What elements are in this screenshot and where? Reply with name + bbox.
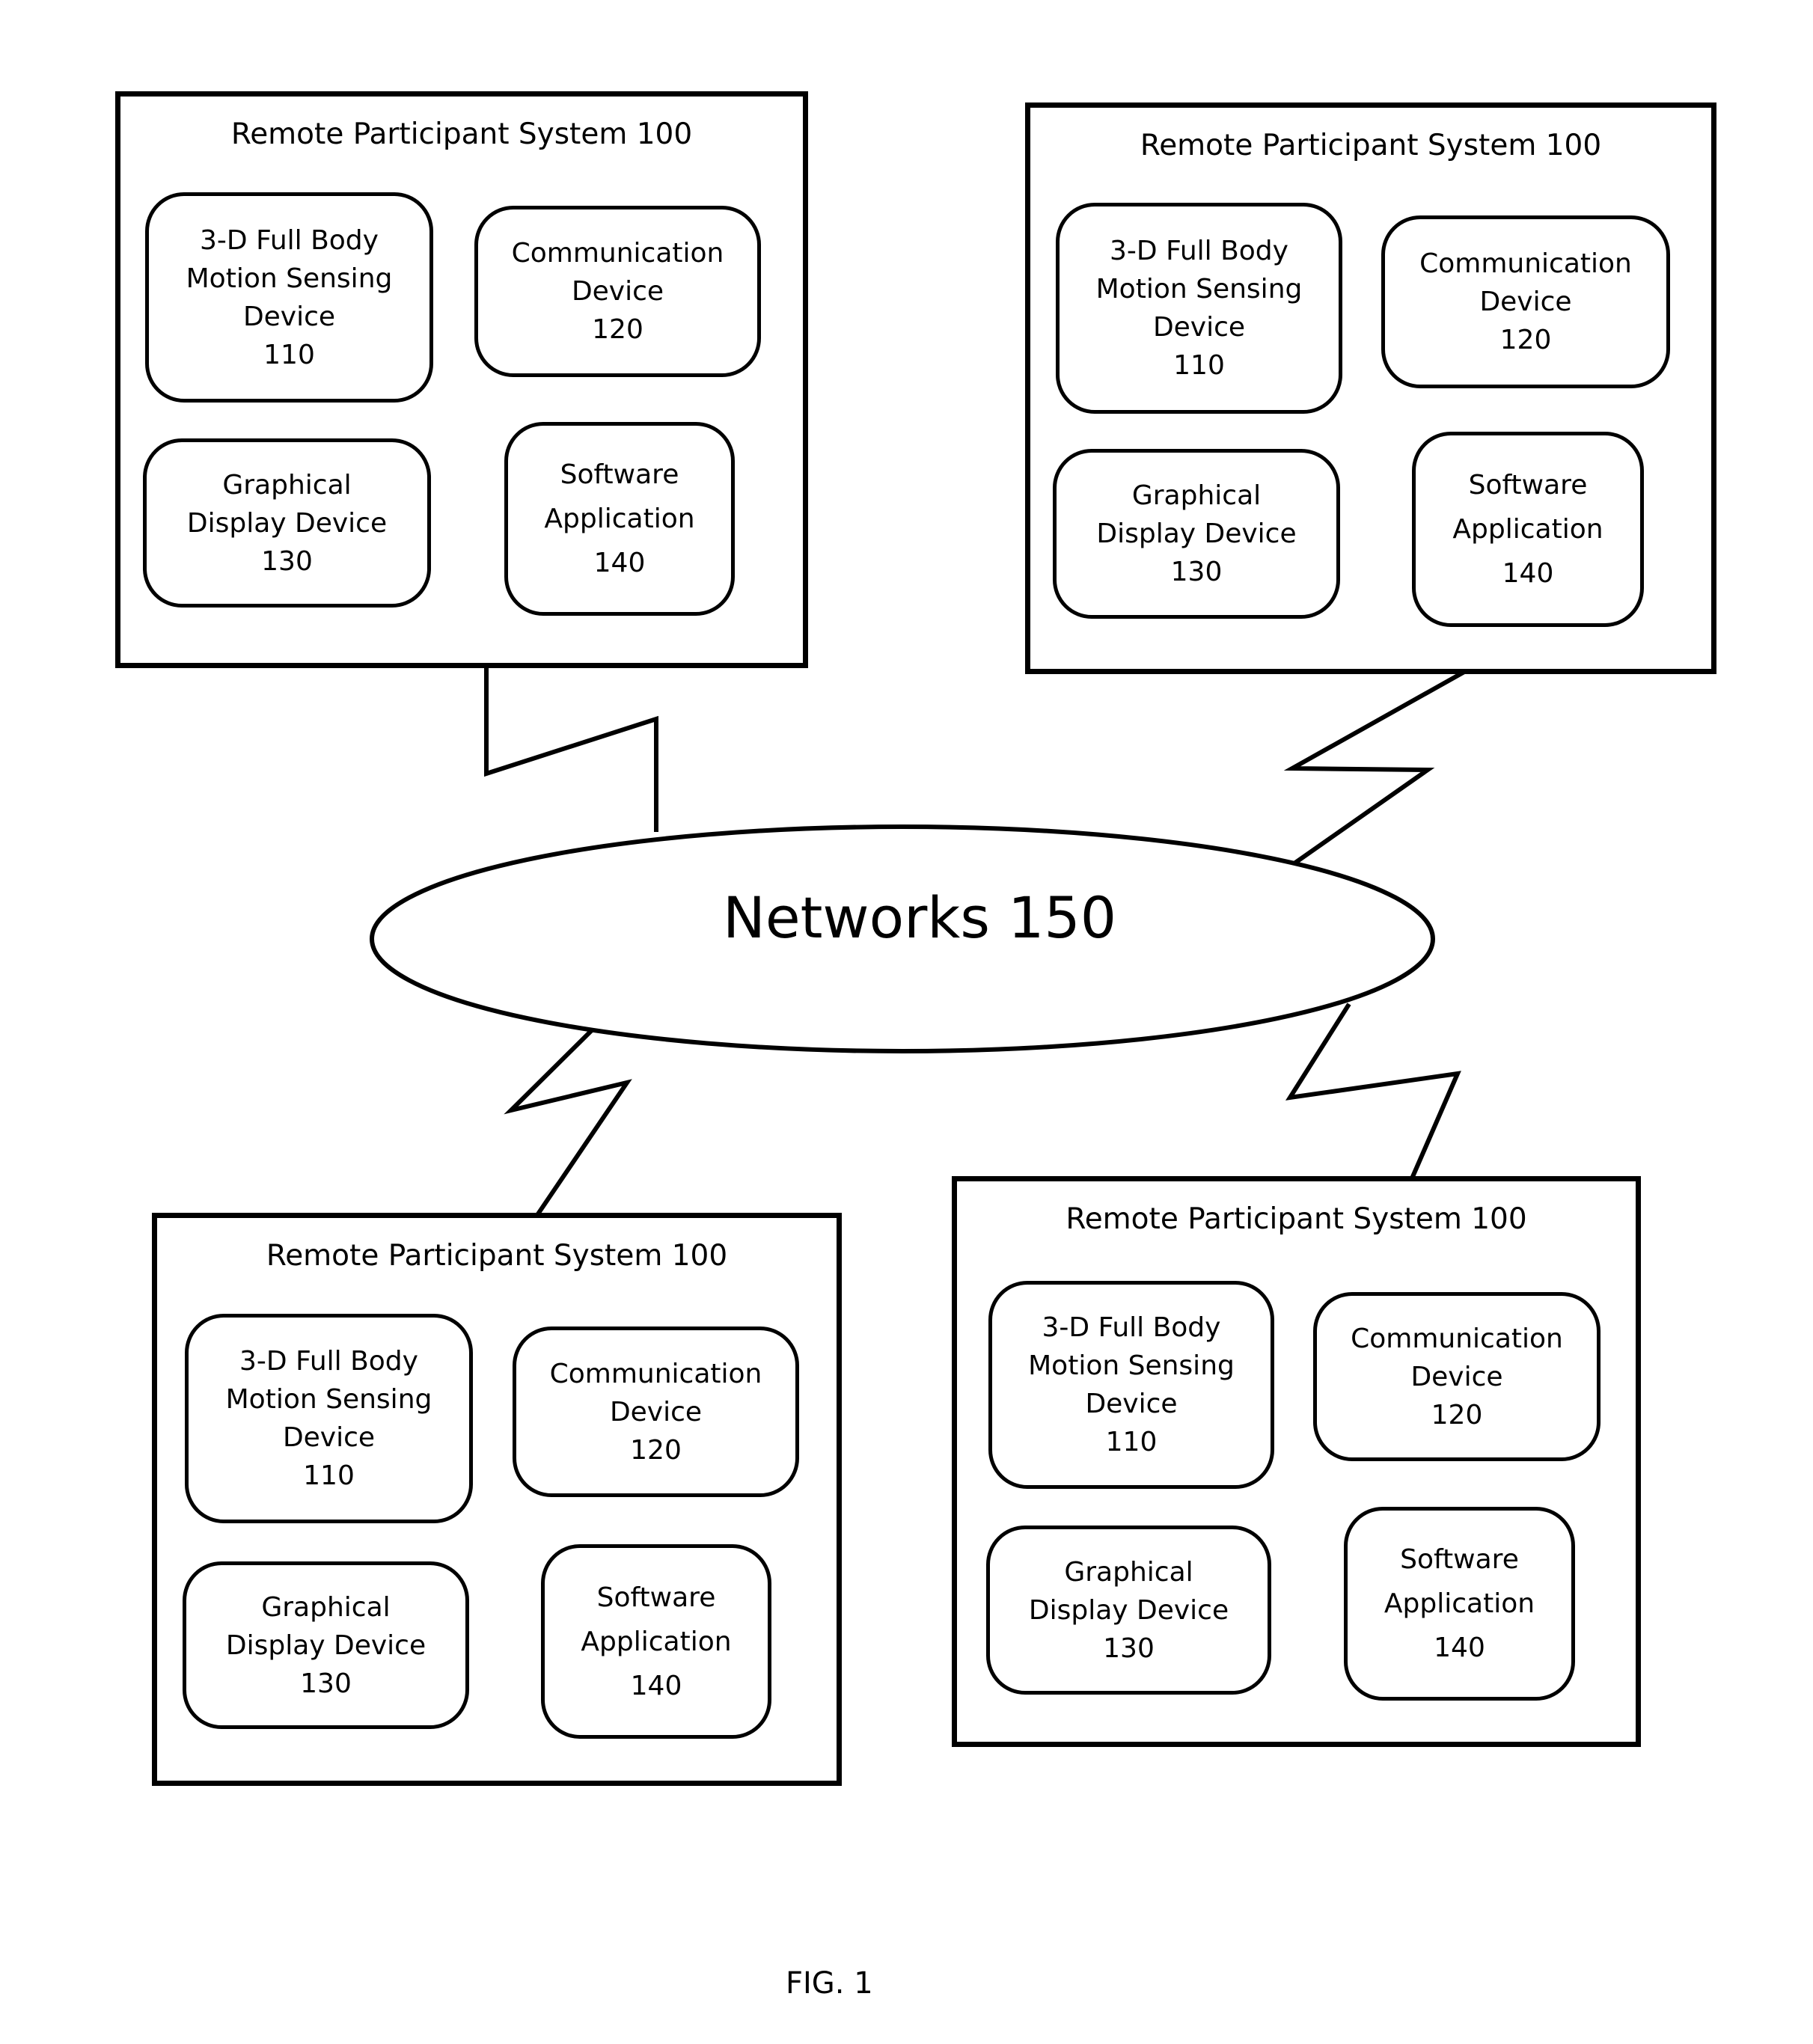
comp-line: Device: [282, 1422, 376, 1453]
comp-line: 130: [1170, 557, 1223, 587]
comp-line: Device: [609, 1396, 703, 1428]
comp-line: 140: [593, 548, 646, 578]
comp-line: Device: [1085, 1389, 1178, 1419]
comp-line: 120: [630, 1434, 682, 1466]
comp-line: Software: [1400, 1544, 1519, 1575]
comp-line: Graphical: [261, 1591, 391, 1623]
software-application-box: Software Application 140: [1344, 1507, 1575, 1701]
motion-sensing-device-box: 3-D Full Body Motion Sensing Device 110: [185, 1314, 473, 1523]
motion-sensing-device-box: 3-D Full Body Motion Sensing Device 110: [145, 192, 433, 403]
communication-device-box: Communication Device 120: [513, 1327, 799, 1497]
comp-line: Graphical: [1131, 480, 1262, 511]
comp-line: 120: [1499, 325, 1552, 355]
comp-line: 120: [1431, 1399, 1483, 1431]
network-label: Networks 150: [723, 884, 1117, 951]
comp-line: 110: [1173, 350, 1225, 381]
comp-line: 110: [1105, 1427, 1158, 1457]
motion-sensing-device-box: 3-D Full Body Motion Sensing Device 110: [988, 1281, 1274, 1489]
comp-line: Display Device: [1096, 518, 1297, 549]
comp-line: Display Device: [1028, 1594, 1229, 1626]
comp-line: Software: [1468, 470, 1588, 501]
comp-line: Software: [560, 459, 679, 490]
comp-line: Display Device: [225, 1630, 427, 1661]
software-application-box: Software Application 140: [504, 422, 735, 616]
software-application-box: Software Application 140: [541, 1544, 771, 1739]
remote-participant-system-bottom-left: Remote Participant System 100 3-D Full B…: [152, 1213, 842, 1786]
system-title: Remote Participant System 100: [266, 1239, 728, 1273]
comp-line: Application: [1452, 514, 1603, 545]
wireless-link-bottom-right: [1285, 1003, 1461, 1180]
figure-label: FIG. 1: [786, 1966, 873, 2001]
comp-line: Motion Sensing: [225, 1384, 432, 1415]
comp-line: Motion Sensing: [186, 263, 393, 294]
system-title: Remote Participant System 100: [1140, 129, 1602, 162]
remote-participant-system-top-left: Remote Participant System 100 3-D Full B…: [115, 91, 808, 668]
communication-device-box: Communication Device 120: [474, 206, 761, 377]
system-title: Remote Participant System 100: [1066, 1202, 1527, 1236]
comp-line: Device: [1479, 287, 1572, 317]
comp-line: Communication: [511, 238, 724, 269]
comp-line: 120: [592, 314, 643, 345]
comp-line: 3-D Full Body: [239, 1346, 418, 1377]
comp-line: 110: [263, 339, 315, 370]
comp-line: Application: [1384, 1588, 1535, 1619]
comp-line: Device: [571, 276, 664, 307]
comp-line: Graphical: [222, 469, 352, 501]
comp-line: 3-D Full Body: [1042, 1312, 1221, 1343]
comp-line: Communication: [1419, 248, 1632, 279]
communication-device-box: Communication Device 120: [1381, 215, 1670, 388]
motion-sensing-device-box: 3-D Full Body Motion Sensing Device 110: [1056, 203, 1342, 414]
graphical-display-device-box: Graphical Display Device 130: [986, 1526, 1271, 1695]
comp-line: Device: [1152, 312, 1246, 343]
comp-line: Motion Sensing: [1028, 1350, 1235, 1381]
software-application-box: Software Application 140: [1412, 432, 1644, 627]
comp-line: Communication: [549, 1358, 762, 1389]
comp-line: 130: [300, 1668, 352, 1699]
comp-line: Application: [544, 504, 695, 534]
comp-line: 140: [630, 1670, 682, 1701]
comp-line: 130: [261, 545, 313, 577]
comp-line: Communication: [1351, 1323, 1563, 1354]
comp-line: 130: [1103, 1633, 1155, 1664]
comp-line: 3-D Full Body: [1110, 236, 1288, 266]
wireless-link-top-left: [484, 666, 658, 832]
comp-line: 110: [303, 1460, 355, 1491]
comp-line: 140: [1502, 558, 1554, 589]
graphical-display-device-box: Graphical Display Device 130: [183, 1561, 469, 1729]
graphical-display-device-box: Graphical Display Device 130: [1053, 449, 1340, 619]
comp-line: Display Device: [186, 507, 388, 539]
remote-participant-system-bottom-right: Remote Participant System 100 3-D Full B…: [952, 1176, 1641, 1747]
system-title: Remote Participant System 100: [230, 117, 693, 151]
comp-line: Motion Sensing: [1095, 274, 1303, 305]
comp-line: Software: [596, 1582, 716, 1613]
comp-line: 3-D Full Body: [200, 224, 379, 256]
comp-line: Graphical: [1064, 1556, 1193, 1588]
graphical-display-device-box: Graphical Display Device 130: [143, 438, 431, 608]
comp-line: 140: [1434, 1633, 1485, 1663]
comp-line: Device: [242, 301, 336, 332]
communication-device-box: Communication Device 120: [1313, 1292, 1600, 1461]
comp-line: Device: [1410, 1361, 1503, 1392]
remote-participant-system-top-right: Remote Participant System 100 3-D Full B…: [1025, 102, 1716, 674]
wireless-link-bottom-left: [504, 1024, 632, 1217]
wireless-link-top-right: [1283, 670, 1466, 869]
comp-line: Application: [581, 1626, 732, 1657]
